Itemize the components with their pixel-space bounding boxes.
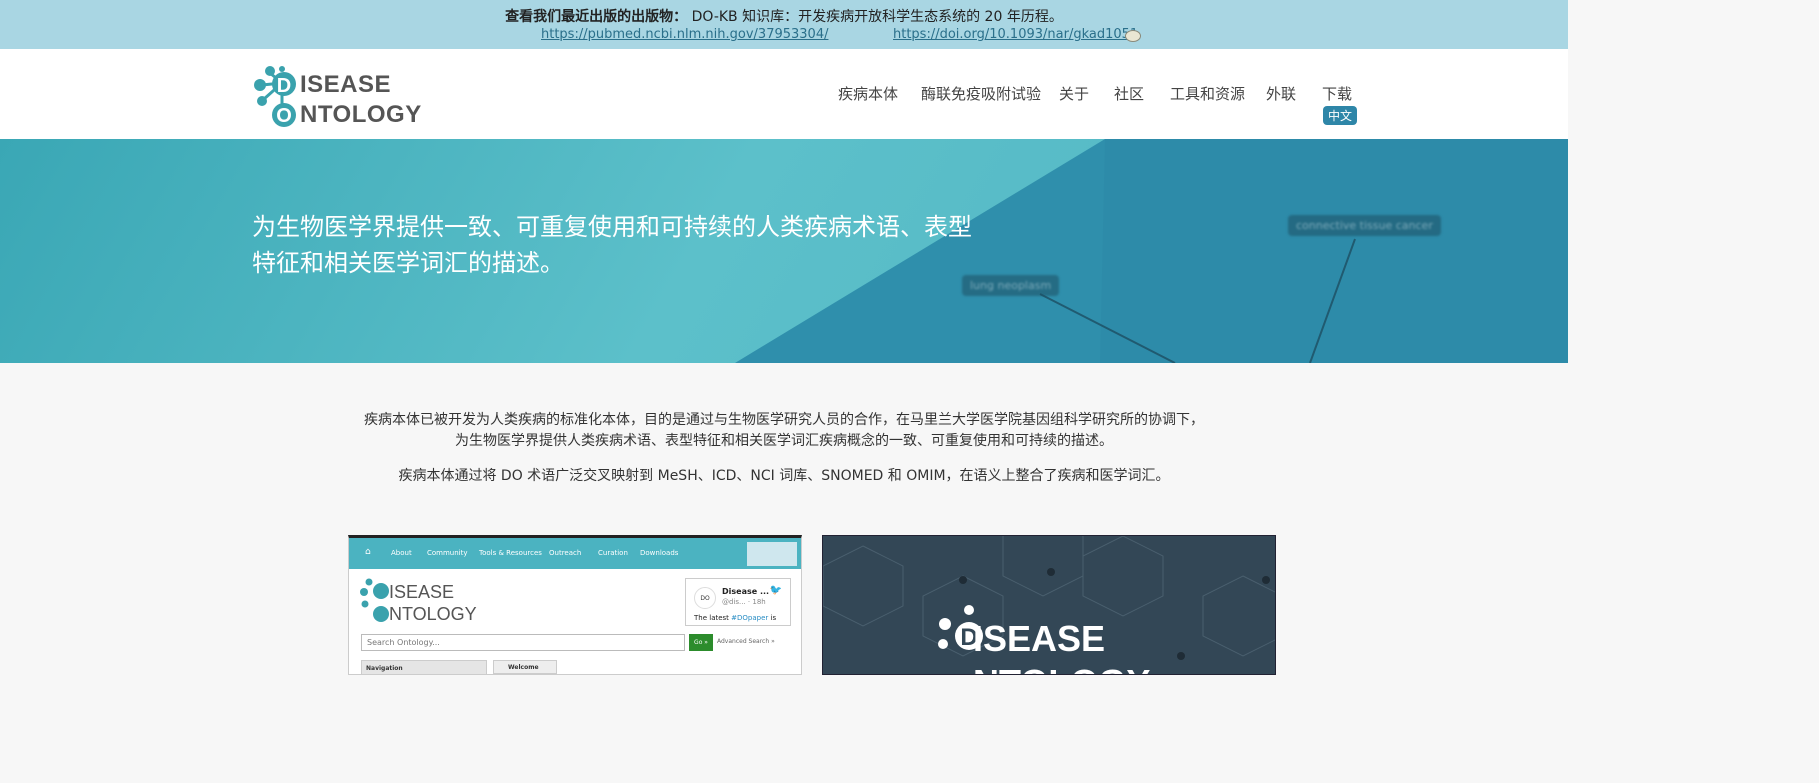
hero-tag-lung-neoplasm: lung neoplasm <box>962 275 1060 296</box>
site-logo[interactable]: D O ISEASE NTOLOGY <box>252 61 421 129</box>
svg-text:D: D <box>277 75 291 97</box>
site-preview-card[interactable]: ⌂ About Community Tools & Resources Outr… <box>348 535 802 675</box>
preview-nav-curation: Curation <box>598 549 628 557</box>
intro-paragraph-1b: 为生物医学界提供人类疾病术语、表型特征和相关医学词汇疾病概念的一致、可重复使用和… <box>455 433 1113 449</box>
preview-nav: ⌂ About Community Tools & Resources Outr… <box>349 538 801 569</box>
tweet-handle: @dis... · 18h <box>722 598 766 606</box>
nav-elisa[interactable]: 酶联免疫吸附试验 <box>921 83 1041 104</box>
site-header: D O ISEASE NTOLOGY 疾病本体 酶联免疫吸附试验 关于 社区 工… <box>0 49 1568 139</box>
home-icon: ⌂ <box>365 547 371 557</box>
preview-logo-line1: ISEASE <box>389 582 455 602</box>
announcement-bar: 查看我们最近出版的出版物： DO-KB 知识库：开发疾病开放科学生态系统的 20… <box>0 0 1568 49</box>
logo-preview-line1: ISEASE <box>973 618 1106 659</box>
hero-headline: 为生物医学界提供一致、可重复使用和可持续的人类疾病术语、表型特征和相关医学词汇的… <box>252 213 972 277</box>
preview-nav-community: Community <box>427 549 468 557</box>
preview-logo: ISEASE NTOLOGY <box>359 574 479 628</box>
nav-community[interactable]: 社区 <box>1114 83 1144 104</box>
preview-go-button: Go » <box>689 634 713 651</box>
preview-search-input: Search Ontology... <box>361 634 685 651</box>
hero-banner: 为生物医学界提供一致、可重复使用和可持续的人类疾病术语、表型特征和相关医学词汇的… <box>0 139 1568 363</box>
hero-tag-connective-tissue: connective tissue cancer <box>1288 215 1441 236</box>
intro-paragraph-1a: 疾病本体已被开发为人类疾病的标准化本体，目的是通过与生物医学研究人员的合作，在马… <box>364 412 1204 428</box>
preview-logo-line2: NTOLOGY <box>389 604 477 624</box>
announcement-lead: 查看我们最近出版的出版物： <box>505 9 688 25</box>
intro-section: 疾病本体已被开发为人类疾病的标准化本体，目的是通过与生物医学研究人员的合作，在马… <box>0 410 1568 487</box>
nav-tools-resources[interactable]: 工具和资源 <box>1170 83 1245 104</box>
preview-nav-tools: Tools & Resources <box>479 549 542 557</box>
nav-download[interactable]: 下载 <box>1322 83 1352 104</box>
preview-advanced-search: Advanced Search » <box>717 638 775 645</box>
logo-preview-line2: NTOLOGY <box>973 662 1150 674</box>
tweet-avatar: DO <box>694 587 716 609</box>
logo-line2: NTOLOGY <box>300 101 422 128</box>
preview-navigation-header: Navigation <box>361 660 487 674</box>
preview-nav-about: About <box>391 549 412 557</box>
announcement-title: DO-KB 知识库：开发疾病开放科学生态系统的 20 年历程。 <box>691 9 1063 25</box>
twitter-bird-icon: 🐦 <box>769 585 782 596</box>
nav-outreach[interactable]: 外联 <box>1266 83 1296 104</box>
preview-nav-outreach: Outreach <box>549 549 582 557</box>
svg-text:O: O <box>276 105 292 127</box>
doi-link[interactable]: https://doi.org/10.1093/nar/gkad1051 <box>893 27 1138 42</box>
logo-preview-card[interactable]: D ISEASE NTOLOGY <box>822 535 1276 675</box>
nav-about[interactable]: 关于 <box>1059 83 1089 104</box>
preview-tweet: DO Disease ... @dis... · 18h 🐦 The lates… <box>685 578 791 626</box>
nav-disease-ontology[interactable]: 疾病本体 <box>838 83 898 104</box>
preview-welcome-tab: Welcome <box>493 660 557 674</box>
intro-paragraph-2: 疾病本体通过将 DO 术语广泛交叉映射到 MeSH、ICD、NCI 词库、SNO… <box>398 468 1170 484</box>
tweet-text: The latest #DOpaper is <box>694 614 777 622</box>
preview-molecule-icon <box>360 578 389 622</box>
pubmed-link[interactable]: https://pubmed.ncbi.nlm.nih.gov/37953304… <box>541 27 828 42</box>
tweet-name: Disease ... <box>722 587 770 596</box>
announcement-text: 查看我们最近出版的出版物： DO-KB 知识库：开发疾病开放科学生态系统的 20… <box>0 6 1568 26</box>
open-access-icon <box>1125 30 1141 42</box>
logo-line1: ISEASE <box>300 71 392 98</box>
language-badge[interactable]: 中文 <box>1323 106 1358 125</box>
social-icons <box>747 542 797 566</box>
preview-nav-downloads: Downloads <box>640 549 679 557</box>
